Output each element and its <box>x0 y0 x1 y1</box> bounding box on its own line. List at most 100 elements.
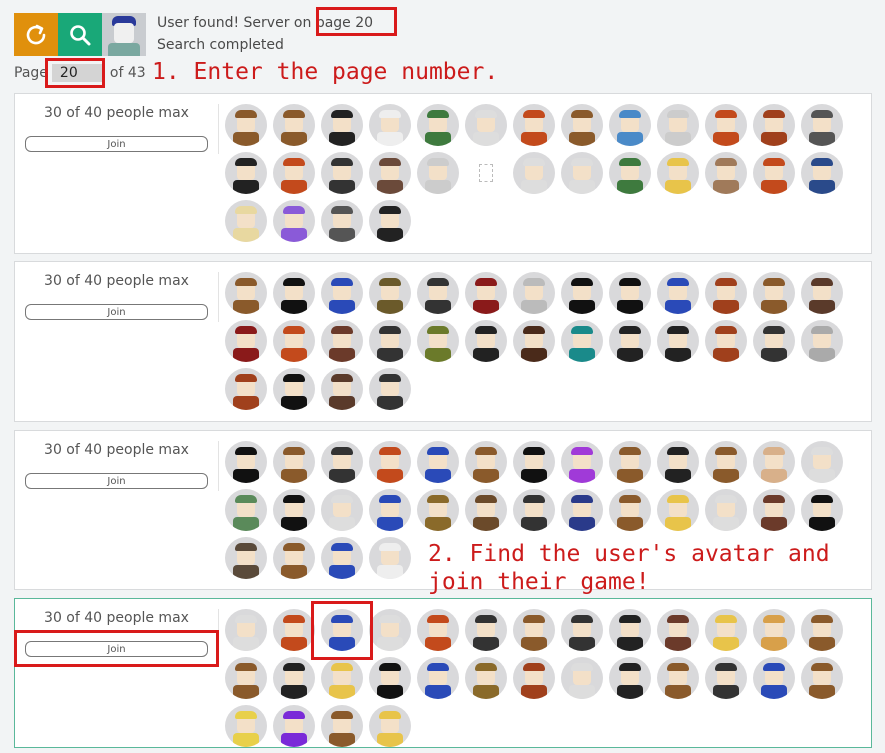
player-avatar[interactable] <box>753 657 795 699</box>
player-avatar[interactable] <box>513 272 555 314</box>
player-avatar[interactable] <box>273 441 315 483</box>
player-avatar[interactable] <box>609 657 651 699</box>
player-avatar[interactable] <box>321 657 363 699</box>
player-avatar[interactable] <box>417 609 459 651</box>
player-avatar[interactable] <box>369 104 411 146</box>
player-avatar[interactable] <box>657 152 699 194</box>
player-avatar[interactable] <box>705 320 747 362</box>
player-avatar[interactable] <box>657 320 699 362</box>
player-avatar[interactable] <box>465 272 507 314</box>
player-avatar[interactable] <box>705 152 747 194</box>
player-avatar[interactable] <box>657 104 699 146</box>
player-avatar[interactable] <box>369 368 411 410</box>
player-avatar[interactable] <box>225 104 267 146</box>
player-avatar[interactable] <box>513 657 555 699</box>
player-avatar[interactable] <box>561 441 603 483</box>
player-avatar[interactable] <box>513 320 555 362</box>
player-avatar[interactable] <box>801 609 843 651</box>
player-avatar[interactable] <box>225 705 267 747</box>
player-avatar[interactable] <box>753 104 795 146</box>
player-avatar[interactable] <box>609 104 651 146</box>
player-avatar[interactable] <box>273 200 315 242</box>
player-avatar[interactable] <box>225 657 267 699</box>
join-button[interactable]: Join <box>25 641 208 657</box>
player-avatar[interactable] <box>801 489 843 531</box>
player-avatar[interactable] <box>801 152 843 194</box>
player-avatar[interactable] <box>753 272 795 314</box>
player-avatar[interactable] <box>561 320 603 362</box>
player-avatar[interactable] <box>321 320 363 362</box>
player-avatar[interactable] <box>321 272 363 314</box>
player-avatar[interactable] <box>705 657 747 699</box>
player-avatar[interactable] <box>321 104 363 146</box>
player-avatar[interactable] <box>513 609 555 651</box>
player-avatar[interactable] <box>753 320 795 362</box>
player-avatar[interactable] <box>225 368 267 410</box>
player-avatar[interactable] <box>609 320 651 362</box>
player-avatar[interactable] <box>225 489 267 531</box>
player-avatar[interactable] <box>417 489 459 531</box>
player-avatar[interactable] <box>273 104 315 146</box>
player-avatar[interactable] <box>561 657 603 699</box>
player-avatar[interactable] <box>225 320 267 362</box>
player-avatar[interactable] <box>369 705 411 747</box>
player-avatar[interactable] <box>609 152 651 194</box>
player-avatar[interactable] <box>801 657 843 699</box>
player-avatar[interactable] <box>753 489 795 531</box>
player-avatar[interactable] <box>561 609 603 651</box>
player-avatar[interactable] <box>225 609 267 651</box>
player-avatar[interactable] <box>321 705 363 747</box>
player-avatar[interactable] <box>369 200 411 242</box>
player-avatar[interactable] <box>609 272 651 314</box>
player-avatar[interactable] <box>225 272 267 314</box>
player-avatar[interactable] <box>801 441 843 483</box>
player-avatar[interactable] <box>321 441 363 483</box>
player-avatar[interactable] <box>705 489 747 531</box>
player-avatar[interactable] <box>225 441 267 483</box>
player-avatar[interactable] <box>801 272 843 314</box>
broken-avatar-image[interactable] <box>465 152 507 194</box>
player-avatar[interactable] <box>273 272 315 314</box>
player-avatar[interactable] <box>369 609 411 651</box>
player-avatar[interactable] <box>417 104 459 146</box>
player-avatar[interactable] <box>273 609 315 651</box>
player-avatar[interactable] <box>705 441 747 483</box>
player-avatar[interactable] <box>273 489 315 531</box>
player-avatar[interactable] <box>465 104 507 146</box>
player-avatar[interactable] <box>369 657 411 699</box>
player-avatar[interactable] <box>753 441 795 483</box>
join-button[interactable]: Join <box>25 136 208 152</box>
player-avatar[interactable] <box>801 320 843 362</box>
player-avatar[interactable] <box>657 609 699 651</box>
player-avatar[interactable] <box>321 537 363 579</box>
join-button[interactable]: Join <box>25 473 208 489</box>
search-button[interactable] <box>58 13 102 56</box>
player-avatar[interactable] <box>225 537 267 579</box>
player-avatar[interactable] <box>417 657 459 699</box>
player-avatar[interactable] <box>753 152 795 194</box>
player-avatar[interactable] <box>465 441 507 483</box>
player-avatar[interactable] <box>561 489 603 531</box>
player-avatar[interactable] <box>273 152 315 194</box>
player-avatar[interactable] <box>561 104 603 146</box>
player-avatar[interactable] <box>657 657 699 699</box>
player-avatar[interactable] <box>753 609 795 651</box>
player-avatar[interactable] <box>321 152 363 194</box>
player-avatar[interactable] <box>273 657 315 699</box>
player-avatar[interactable] <box>369 152 411 194</box>
refresh-button[interactable] <box>14 13 58 56</box>
player-avatar[interactable] <box>609 489 651 531</box>
player-avatar[interactable] <box>705 609 747 651</box>
player-avatar[interactable] <box>369 489 411 531</box>
player-avatar[interactable] <box>513 441 555 483</box>
player-avatar[interactable] <box>657 489 699 531</box>
player-avatar[interactable] <box>273 320 315 362</box>
player-avatar[interactable] <box>513 489 555 531</box>
player-avatar[interactable] <box>609 609 651 651</box>
player-avatar[interactable] <box>657 272 699 314</box>
player-avatar[interactable] <box>609 441 651 483</box>
player-avatar[interactable] <box>225 152 267 194</box>
join-button[interactable]: Join <box>25 304 208 320</box>
player-avatar[interactable] <box>273 537 315 579</box>
player-avatar[interactable] <box>369 537 411 579</box>
